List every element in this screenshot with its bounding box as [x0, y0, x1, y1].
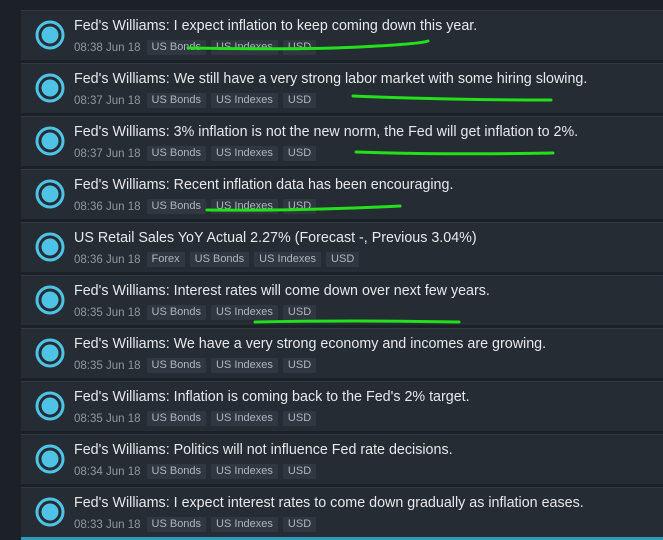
news-headline[interactable]: Fed's Williams: We still have a very str… — [74, 71, 587, 87]
news-circle-icon — [35, 497, 65, 527]
news-meta: 08:33 Jun 18 US Bonds US Indexes USD — [74, 517, 321, 532]
news-timestamp: 08:35 Jun 18 — [74, 412, 141, 425]
news-feed: Fed's Williams: I expect inflation to ke… — [0, 0, 663, 540]
news-meta: 08:37 Jun 18 US Bonds US Indexes USD — [74, 146, 321, 161]
news-headline[interactable]: US Retail Sales YoY Actual 2.27% (Foreca… — [74, 230, 477, 246]
news-tag[interactable]: USD — [282, 199, 317, 214]
news-circle-icon — [35, 126, 65, 156]
news-tag[interactable]: US Bonds — [146, 517, 207, 532]
news-item[interactable]: Fed's Williams: Recent inflation data ha… — [21, 169, 663, 219]
news-timestamp: 08:37 Jun 18 — [74, 94, 141, 107]
news-tag[interactable]: US Indexes — [211, 146, 278, 161]
news-circle-icon — [35, 444, 65, 474]
news-tag[interactable]: US Bonds — [146, 358, 207, 373]
news-tag[interactable]: US Bonds — [146, 411, 207, 426]
news-headline[interactable]: Fed's Williams: We have a very strong ec… — [74, 336, 546, 352]
news-tag[interactable]: US Indexes — [211, 411, 278, 426]
news-tag[interactable]: US Indexes — [211, 517, 278, 532]
news-tag[interactable]: Forex — [146, 252, 185, 267]
news-circle-icon — [35, 285, 65, 315]
news-tag[interactable]: US Bonds — [146, 464, 207, 479]
news-tag[interactable]: US Bonds — [146, 93, 207, 108]
news-headline[interactable]: Fed's Williams: I expect interest rates … — [74, 495, 584, 511]
news-headline[interactable]: Fed's Williams: Politics will not influe… — [74, 442, 453, 458]
news-tag[interactable]: US Indexes — [254, 252, 322, 267]
news-timestamp: 08:37 Jun 18 — [74, 147, 141, 160]
news-tag[interactable]: US Bonds — [146, 199, 207, 214]
news-tag[interactable]: US Indexes — [211, 40, 278, 55]
news-timestamp: 08:36 Jun 18 — [74, 200, 141, 213]
news-meta: 08:35 Jun 18 US Bonds US Indexes USD — [74, 305, 321, 320]
news-timestamp: 08:35 Jun 18 — [74, 359, 141, 372]
news-meta: 08:35 Jun 18 US Bonds US Indexes USD — [74, 358, 321, 373]
news-item[interactable]: Fed's Williams: I expect interest rates … — [21, 487, 663, 537]
news-meta: 08:36 Jun 18 US Bonds US Indexes USD — [74, 199, 321, 214]
news-tag[interactable]: USD — [282, 517, 317, 532]
news-meta: 08:34 Jun 18 US Bonds US Indexes USD — [74, 464, 321, 479]
news-timestamp: 08:36 Jun 18 — [74, 253, 141, 266]
news-circle-icon — [35, 391, 65, 421]
news-tag[interactable]: US Indexes — [211, 93, 278, 108]
news-tag[interactable]: USD — [282, 358, 317, 373]
news-circle-icon — [35, 73, 65, 103]
news-tag[interactable]: US Bonds — [146, 146, 207, 161]
news-timestamp: 08:35 Jun 18 — [74, 306, 141, 319]
news-meta: 08:38 Jun 18 US Bonds US Indexes USD — [74, 40, 321, 55]
news-tag[interactable]: US Indexes — [211, 199, 278, 214]
news-headline[interactable]: Fed's Williams: I expect inflation to ke… — [74, 18, 477, 34]
news-timestamp: 08:33 Jun 18 — [74, 518, 141, 531]
news-meta: 08:35 Jun 18 US Bonds US Indexes USD — [74, 411, 321, 426]
news-circle-icon — [35, 179, 65, 209]
news-tag[interactable]: US Indexes — [211, 358, 278, 373]
news-tag[interactable]: USD — [282, 411, 317, 426]
news-tag[interactable]: USD — [282, 305, 317, 320]
news-tag[interactable]: USD — [282, 146, 317, 161]
news-circle-icon — [35, 338, 65, 368]
news-headline[interactable]: Fed's Williams: 3% inflation is not the … — [74, 124, 578, 140]
news-meta: 08:37 Jun 18 US Bonds US Indexes USD — [74, 93, 321, 108]
news-item[interactable]: Fed's Williams: We have a very strong ec… — [21, 328, 663, 378]
news-item[interactable]: Fed's Williams: Interest rates will come… — [21, 275, 663, 325]
news-headline[interactable]: Fed's Williams: Recent inflation data ha… — [74, 177, 453, 193]
news-item[interactable]: Fed's Williams: 3% inflation is not the … — [21, 116, 663, 166]
news-circle-icon — [35, 232, 65, 262]
news-item[interactable]: US Retail Sales YoY Actual 2.27% (Foreca… — [21, 222, 663, 272]
news-item[interactable]: Fed's Williams: Politics will not influe… — [21, 434, 663, 484]
news-tag[interactable]: USD — [282, 40, 317, 55]
news-item[interactable]: Fed's Williams: We still have a very str… — [21, 63, 663, 113]
news-item[interactable]: Fed's Williams: I expect inflation to ke… — [21, 10, 663, 60]
news-tag[interactable]: US Bonds — [189, 252, 250, 267]
news-timestamp: 08:38 Jun 18 — [74, 41, 141, 54]
news-tag[interactable]: US Bonds — [146, 305, 207, 320]
news-circle-icon — [35, 20, 65, 50]
news-tag[interactable]: USD — [282, 93, 317, 108]
news-timestamp: 08:34 Jun 18 — [74, 465, 141, 478]
news-headline[interactable]: Fed's Williams: Interest rates will come… — [74, 283, 490, 299]
news-tag[interactable]: US Indexes — [211, 305, 278, 320]
news-item[interactable]: Fed's Williams: Inflation is coming back… — [21, 381, 663, 431]
news-tag[interactable]: US Bonds — [146, 40, 207, 55]
news-headline[interactable]: Fed's Williams: Inflation is coming back… — [74, 389, 470, 405]
news-tag[interactable]: USD — [282, 464, 317, 479]
news-tag[interactable]: US Indexes — [211, 464, 278, 479]
news-tag[interactable]: USD — [326, 252, 360, 267]
news-meta: 08:36 Jun 18 Forex US Bonds US Indexes USD — [74, 252, 364, 267]
